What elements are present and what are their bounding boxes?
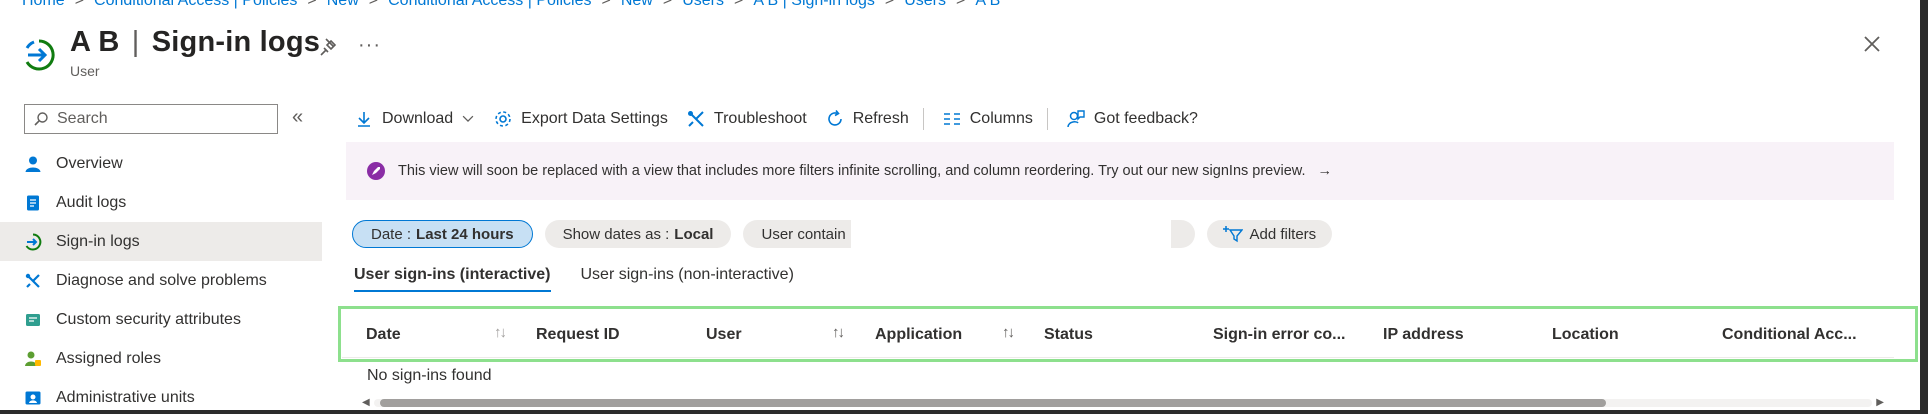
chevron-down-icon	[462, 115, 474, 122]
breadcrumb-item[interactable]: Home	[22, 0, 65, 10]
sidebar-item-audit-logs[interactable]: Audit logs	[0, 183, 322, 222]
toolbar-divider	[1046, 108, 1048, 130]
sidebar-item-administrative-units[interactable]: Administrative units	[0, 378, 322, 410]
breadcrumb-item[interactable]: A B	[975, 0, 1000, 10]
breadcrumb-item[interactable]: Users	[682, 0, 724, 10]
toolbar-divider	[922, 108, 924, 130]
columns-icon	[943, 113, 960, 125]
page-title: A B | Sign-in logs	[70, 26, 321, 58]
pin-icon[interactable]	[318, 36, 340, 58]
title-block: A B | Sign-in logs User	[70, 26, 320, 79]
sidebar-item-diagnose[interactable]: Diagnose and solve problems	[0, 261, 322, 300]
wrench-icon	[25, 273, 40, 288]
refresh-button[interactable]: Refresh	[825, 109, 909, 129]
download-icon	[358, 112, 370, 127]
admin-units-icon	[25, 391, 41, 404]
sign-in-logs-icon	[25, 39, 55, 71]
scrollbar-thumb[interactable]	[380, 399, 1606, 407]
sidebar-item-label: Assigned roles	[56, 349, 161, 367]
banner-arrow-link[interactable]: →	[1317, 163, 1332, 179]
sidebar-search-input[interactable]: Search	[24, 104, 278, 134]
scroll-right-icon[interactable]: ▶	[1876, 397, 1884, 408]
tab-non-interactive[interactable]: User sign-ins (non-interactive)	[581, 266, 794, 292]
sidebar-nav: Overview Audit logs Sign-in logs Diagnos…	[0, 144, 322, 410]
sign-in-tabs: User sign-ins (interactive) User sign-in…	[354, 266, 794, 292]
breadcrumb: Home > Conditional Access | Policies > New…	[22, 0, 1000, 10]
sidebar-item-label: Custom security attributes	[56, 310, 241, 328]
roles-icon	[25, 351, 41, 366]
export-data-settings-button[interactable]: Export Data Settings	[493, 109, 668, 129]
troubleshoot-button[interactable]: Troubleshoot	[686, 109, 807, 129]
page-header: A B | Sign-in logs User	[22, 26, 320, 79]
sidebar-item-overview[interactable]: Overview	[0, 144, 322, 183]
columns-button[interactable]: Columns	[942, 109, 1033, 129]
sidebar-item-label: Sign-in logs	[56, 232, 140, 250]
obscured-region	[851, 220, 1172, 248]
search-placeholder: Search	[57, 110, 108, 127]
tab-interactive[interactable]: User sign-ins (interactive)	[354, 266, 551, 292]
filter-bar: Date : Last 24 hours Show dates as : Local…	[352, 220, 1333, 248]
page-subtitle: User	[70, 63, 100, 79]
user-icon	[25, 156, 41, 172]
security-attributes-icon	[26, 313, 40, 326]
sidebar-item-label: Diagnose and solve problems	[56, 271, 267, 289]
sidebar-item-sign-in-logs[interactable]: Sign-in logs	[0, 222, 322, 261]
sidebar-item-label: Audit logs	[56, 193, 127, 211]
banner-text: This view will soon be replaced with a v…	[398, 163, 1306, 179]
breadcrumb-item[interactable]: Conditional Access | Policies	[388, 0, 591, 10]
user-filter-pill[interactable]: User contain	[743, 220, 1196, 248]
sidebar-item-custom-security-attributes[interactable]: Custom security attributes	[0, 300, 322, 339]
highlight-box	[338, 306, 1918, 362]
sign-in-icon	[25, 233, 42, 250]
audit-log-icon	[27, 195, 39, 210]
preview-banner: This view will soon be replaced with a v…	[346, 142, 1894, 200]
show-dates-filter-pill[interactable]: Show dates as : Local	[544, 220, 732, 248]
feedback-button[interactable]: Got feedback?	[1066, 109, 1198, 129]
scroll-left-icon[interactable]: ◀	[362, 397, 370, 408]
close-icon[interactable]	[1858, 30, 1886, 58]
command-bar: Download Export Data Settings Troublesho…	[354, 104, 1216, 134]
wrench-icon	[687, 111, 704, 127]
refresh-icon	[827, 109, 842, 126]
breadcrumb-item[interactable]: Users	[904, 0, 946, 10]
more-options-icon[interactable]: ···	[358, 34, 381, 57]
add-filters-button[interactable]: Add filters	[1207, 220, 1333, 248]
breadcrumb-item[interactable]: New	[327, 0, 359, 10]
rocket-icon	[367, 162, 385, 180]
empty-state-text: No sign-ins found	[367, 367, 492, 384]
sidebar-item-assigned-roles[interactable]: Assigned roles	[0, 339, 322, 378]
app-window: Home > Conditional Access | Policies > New…	[0, 0, 1920, 410]
download-button[interactable]: Download	[354, 109, 475, 129]
sidebar-item-label: Overview	[56, 154, 123, 172]
breadcrumb-item[interactable]: A B | Sign-in logs	[753, 0, 875, 10]
breadcrumb-item[interactable]: Conditional Access | Policies	[94, 0, 297, 10]
gear-icon	[495, 111, 511, 127]
collapse-sidebar-button[interactable]: «	[292, 106, 303, 129]
horizontal-scrollbar[interactable]: ◀ ▶	[360, 396, 1886, 408]
sidebar-item-label: Administrative units	[56, 388, 195, 406]
feedback-icon	[1067, 110, 1085, 128]
date-filter-pill[interactable]: Date : Last 24 hours	[352, 220, 533, 248]
add-filter-icon	[1223, 226, 1244, 243]
search-icon	[34, 112, 48, 126]
breadcrumb-item[interactable]: New	[621, 0, 653, 10]
